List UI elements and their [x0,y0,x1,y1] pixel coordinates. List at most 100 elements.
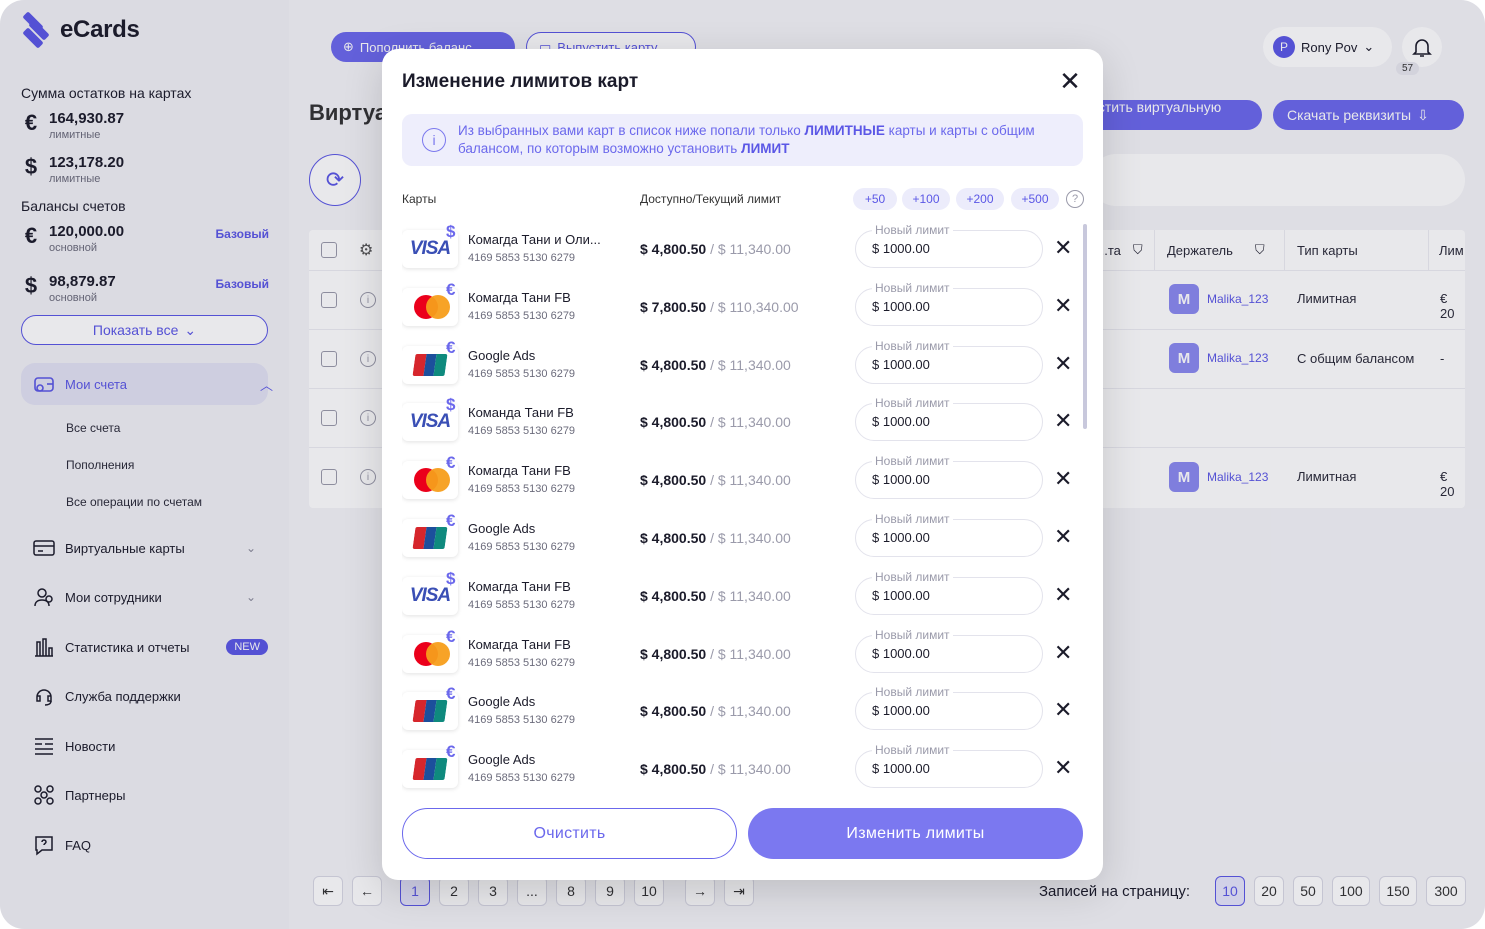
new-limit-value: $ 1000.00 [872,241,930,256]
new-limit-value: $ 1000.00 [872,530,930,545]
current-limit: / $ 11,340.00 [710,414,791,431]
new-limit-input[interactable]: Новый лимит $ 1000.00 [855,396,1043,442]
available-limit: $ 4,800.50 / $ 11,340.00 [640,472,791,488]
unionpay-logo-icon [412,758,448,781]
remove-card-icon[interactable]: ✕ [1054,583,1072,606]
unionpay-logo-icon [412,527,448,549]
new-limit-input[interactable]: Новый лимит $ 1000.00 [855,743,1043,789]
card-name: Google Ads [468,347,536,363]
notice-bold: ЛИМИТНЫЕ [804,123,885,138]
card-row: € Комагда Тани FB 4169 5853 5130 6279 $ 4,8… [402,627,1072,685]
new-limit-value: $ 1000.00 [872,587,930,603]
available-amount: $ 4,800.50 [640,761,707,778]
currency-badge-icon: $ [446,222,456,241]
available-limit: $ 4,800.50 / $ 11,340.00 [640,703,791,719]
available-limit: $ 4,800.50 / $ 11,340.00 [640,530,791,546]
chip-plus-200[interactable]: +200 [956,188,1004,210]
available-limit: $ 4,800.50 / $ 11,340.00 [640,588,791,604]
card-name: Комагда Тани и Оли... [468,232,601,247]
new-limit-label: Новый лимит [872,685,953,700]
card-row: € Комагда Тани FB 4169 5853 5130 6279 $ 7,8… [402,280,1072,338]
new-limit-input[interactable]: Новый лимит $ 1000.00 [855,569,1043,615]
remove-card-icon[interactable]: ✕ [1054,237,1072,259]
card-row: € Комагда Тани FB 4169 5853 5130 6279 $ 4,8… [402,453,1072,511]
card-row: VISA $ Команда Тани FB 4169 5853 5130 6279 $… [402,395,1072,453]
card-number: 4169 5853 5130 6279 [468,425,576,438]
remove-card-icon[interactable]: ✕ [1054,352,1072,375]
new-limit-label: Новый лимит [872,454,953,469]
available-limit: $ 4,800.50 / $ 11,340.00 [640,761,791,777]
card-name: Команда Тани FB [468,405,574,421]
card-number: 4169 5853 5130 6279 [468,714,576,727]
currency-badge-icon: € [446,626,456,646]
remove-card-icon[interactable]: ✕ [1054,410,1072,432]
scrollbar[interactable] [1083,224,1087,429]
new-limit-value: $ 1000.00 [872,472,930,488]
current-limit: / $ 11,340.00 [710,645,791,662]
new-limit-label: Новый лимит [872,512,953,526]
available-amount: $ 4,800.50 [640,530,707,546]
card-row: € Google Ads 4169 5853 5130 6279 $ 4,800.50… [402,684,1072,742]
card-name: Комагда Тани FB [468,578,571,594]
card-number: 4169 5853 5130 6279 [468,656,576,669]
card-name: Google Ads [468,521,536,536]
new-limit-label: Новый лимит [872,280,953,295]
info-notice: i Из выбранных вами карт в список ниже п… [402,114,1083,166]
new-limit-value: $ 1000.00 [872,414,930,430]
remove-card-icon[interactable]: ✕ [1054,526,1072,548]
remove-card-icon[interactable]: ✕ [1054,641,1072,664]
current-limit: / $ 11,340.00 [710,587,791,604]
new-limit-input[interactable]: Новый лимит $ 1000.00 [855,280,1043,326]
new-limit-value: $ 1000.00 [872,761,930,777]
available-limit: $ 7,800.50 / $ 110,340.00 [640,299,799,315]
new-limit-label: Новый лимит [872,569,953,584]
remove-card-icon[interactable]: ✕ [1054,757,1072,779]
new-limit-input[interactable]: Новый лимит $ 1000.00 [855,512,1043,557]
currency-badge-icon: € [446,279,456,299]
new-limit-label: Новый лимит [872,338,953,353]
chip-plus-50[interactable]: +50 [853,188,897,210]
new-limit-input[interactable]: Новый лимит $ 1000.00 [855,223,1043,268]
new-limit-input[interactable]: Новый лимит $ 1000.00 [855,338,1043,384]
card-row: VISA $ Комагда Тани и Оли... 4169 5853 5130… [402,222,1072,280]
modal-title: Изменение лимитов карт [402,71,639,92]
new-limit-input[interactable]: Новый лимит $ 1000.00 [855,454,1043,500]
apply-limits-button[interactable]: Изменить лимиты [748,808,1083,859]
available-amount: $ 4,800.50 [640,356,707,373]
available-limit: $ 4,800.50 / $ 11,340.00 [640,357,791,373]
current-limit: / $ 11,340.00 [710,356,791,373]
close-icon[interactable]: ✕ [1058,68,1082,94]
currency-badge-icon: $ [446,395,456,415]
help-icon[interactable]: ? [1066,190,1084,208]
card-number: 4169 5853 5130 6279 [468,252,576,264]
cards-list[interactable]: VISA $ Комагда Тани и Оли... 4169 5853 5130… [402,222,1072,797]
new-limit-value: $ 1000.00 [872,298,930,314]
available-amount: $ 4,800.50 [640,587,707,604]
available-amount: $ 4,800.50 [640,472,707,489]
notice-text: Из выбранных вами карт в список ниже поп… [458,122,1058,158]
current-limit: / $ 110,340.00 [710,298,799,315]
available-amount: $ 7,800.50 [640,298,707,315]
new-limit-input[interactable]: Новый лимит $ 1000.00 [855,627,1043,673]
currency-badge-icon: € [446,684,456,704]
chip-plus-500[interactable]: +500 [1011,188,1059,210]
remove-card-icon[interactable]: ✕ [1054,468,1072,490]
card-name: Google Ads [468,694,536,710]
mastercard-logo-icon [410,468,450,493]
card-name: Комагда Тани FB [468,289,571,305]
current-limit: / $ 11,340.00 [710,703,791,720]
available-amount: $ 4,800.50 [640,645,707,662]
new-limit-input[interactable]: Новый лимит $ 1000.00 [855,685,1043,731]
current-limit: / $ 11,340.00 [710,241,791,257]
card-row: € Google Ads 4169 5853 5130 6279 $ 4,800.50… [402,511,1072,569]
chip-plus-100[interactable]: +100 [902,188,950,210]
mastercard-logo-icon [410,294,450,319]
current-limit: / $ 11,340.00 [710,761,791,778]
info-icon: i [422,128,446,152]
remove-card-icon[interactable]: ✕ [1054,294,1072,317]
card-row: VISA $ Комагда Тани FB 4169 5853 5130 6279 $… [402,569,1072,627]
remove-card-icon[interactable]: ✕ [1054,699,1072,721]
new-limit-value: $ 1000.00 [872,645,930,661]
notice-part: Из выбранных вами карт в список ниже поп… [458,123,801,138]
clear-button[interactable]: Очистить [402,808,737,859]
